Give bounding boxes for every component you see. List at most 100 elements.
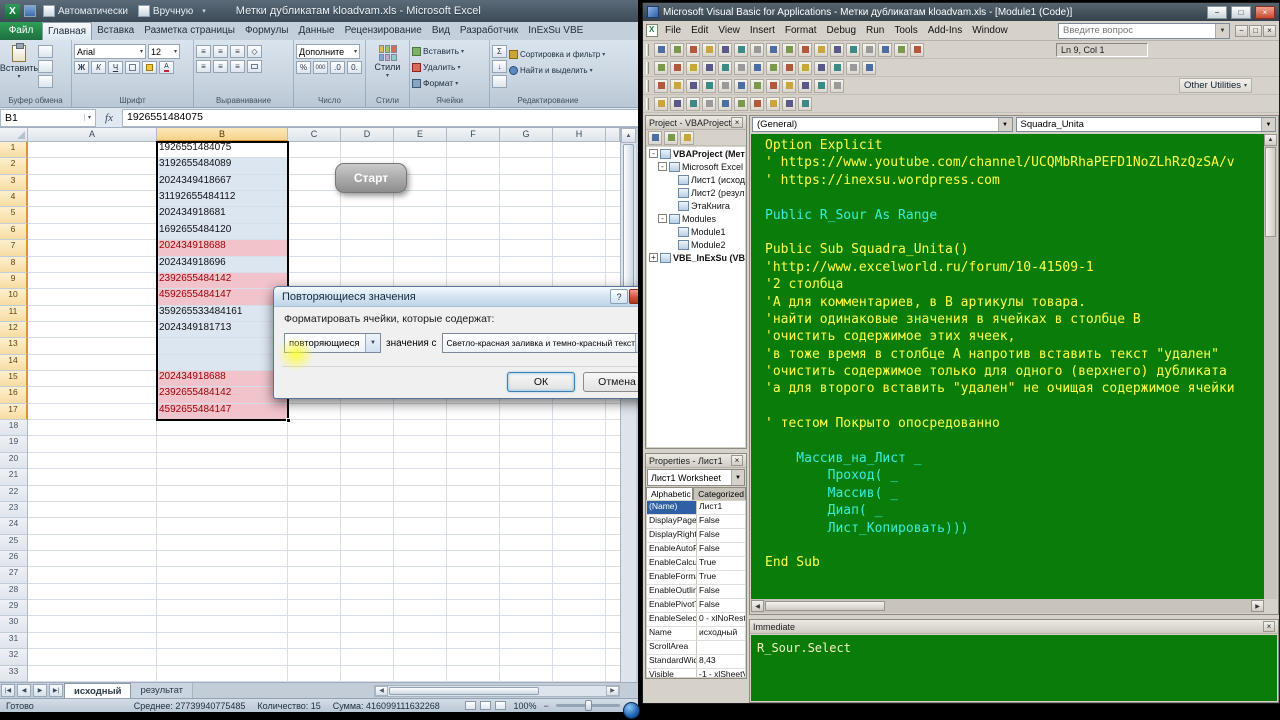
column-header-G[interactable]: G — [500, 128, 553, 142]
code-vertical-scrollbar[interactable]: ▲ — [1264, 134, 1277, 599]
cell[interactable] — [447, 240, 500, 257]
cell-A19[interactable] — [28, 436, 157, 453]
property-row[interactable]: DisplayRightToLeftFalse — [647, 529, 745, 543]
cell[interactable] — [394, 485, 447, 502]
cell-B3[interactable]: 2024349418667 — [157, 174, 288, 192]
cell[interactable] — [288, 616, 341, 633]
cell[interactable] — [500, 583, 553, 601]
row-header-3[interactable]: 3 — [0, 174, 28, 192]
row-header-1[interactable]: 1 — [0, 142, 28, 159]
cell[interactable] — [288, 665, 341, 682]
cell[interactable] — [394, 550, 447, 568]
cell[interactable] — [447, 191, 500, 208]
cell[interactable] — [288, 518, 341, 535]
toolbar-icon[interactable] — [782, 78, 796, 93]
cell[interactable] — [553, 632, 606, 650]
property-row[interactable]: (Name) Лист1 — [647, 501, 745, 515]
row-header-22[interactable]: 22 — [0, 485, 28, 502]
cell-B5[interactable]: 202434918681 — [157, 207, 288, 224]
row-header-31[interactable]: 31 — [0, 632, 28, 650]
toolbar-icon[interactable] — [814, 42, 828, 57]
cell[interactable] — [500, 567, 553, 584]
cell-B12[interactable]: 2024349181713 — [157, 321, 288, 339]
cell[interactable] — [394, 403, 447, 421]
cell[interactable] — [553, 550, 606, 568]
expander-icon[interactable]: - — [649, 149, 658, 158]
child-minimize-button[interactable]: − — [1235, 24, 1248, 37]
cell-B13[interactable] — [157, 338, 288, 355]
decrease-decimal-button[interactable]: 0. — [347, 61, 362, 74]
row-header-10[interactable]: 10 — [0, 289, 28, 306]
cell-A11[interactable] — [28, 305, 157, 322]
cell[interactable] — [341, 518, 394, 535]
column-header-partial[interactable] — [606, 128, 620, 142]
cell-A2[interactable] — [28, 158, 157, 175]
windows-start-orb[interactable] — [623, 702, 640, 719]
toolbar-icon[interactable] — [798, 60, 812, 75]
property-row[interactable]: ScrollArea — [647, 641, 745, 655]
cell[interactable] — [606, 404, 620, 421]
cell[interactable] — [288, 403, 341, 421]
fill-color-button[interactable] — [142, 61, 157, 74]
align-middle-button[interactable]: ≡ — [213, 45, 228, 58]
cell[interactable] — [500, 485, 553, 502]
cell-B16[interactable]: 2392655484142 — [157, 387, 288, 404]
cell-A33[interactable] — [28, 665, 157, 682]
menu-window[interactable]: Window — [967, 23, 1013, 38]
project-tree-item[interactable]: - Modules — [647, 212, 745, 225]
toolbar-icon[interactable] — [654, 96, 668, 111]
toolbar-icon[interactable] — [782, 96, 796, 111]
toolbar-icon[interactable] — [702, 78, 716, 93]
toolbar-icon[interactable] — [702, 96, 716, 111]
project-tree-item[interactable]: Module2 — [647, 238, 745, 251]
cell[interactable] — [500, 223, 553, 241]
cell[interactable] — [606, 158, 620, 175]
insert-cells-button[interactable]: Вставить ▾ — [412, 44, 487, 58]
cell[interactable] — [553, 469, 606, 486]
toolbar-icon[interactable] — [702, 42, 716, 57]
property-value[interactable]: False — [697, 599, 745, 612]
property-row[interactable]: Name исходный — [647, 627, 745, 641]
toolbar-icon[interactable] — [734, 96, 748, 111]
property-value[interactable]: 8,43 — [697, 655, 745, 668]
cell[interactable] — [288, 534, 341, 551]
cell[interactable] — [606, 240, 620, 257]
toolbar-icon[interactable] — [654, 60, 668, 75]
cell-B22[interactable] — [157, 485, 288, 502]
row-header-26[interactable]: 26 — [0, 550, 28, 568]
cell[interactable] — [341, 223, 394, 241]
cell[interactable] — [394, 240, 447, 257]
styles-button[interactable]: Стили ▾ — [369, 42, 407, 96]
cell[interactable] — [447, 420, 500, 437]
cell[interactable] — [553, 649, 606, 666]
vertical-scrollbar[interactable]: ▲ — [620, 128, 636, 682]
cell[interactable] — [500, 420, 553, 437]
row-header-20[interactable]: 20 — [0, 452, 28, 470]
other-utilities-button[interactable]: Other Utilities ▾ — [1178, 78, 1252, 93]
toolbar-icon[interactable] — [846, 60, 860, 75]
cell[interactable] — [341, 469, 394, 486]
cell-B28[interactable] — [157, 583, 288, 601]
cell[interactable] — [394, 256, 447, 273]
cell-B11[interactable]: 359265533484161 — [157, 305, 288, 322]
cell[interactable] — [341, 452, 394, 470]
cell[interactable] — [394, 436, 447, 453]
toolbar-icon[interactable] — [830, 78, 844, 93]
cell[interactable] — [553, 518, 606, 535]
cell[interactable] — [394, 649, 447, 666]
cell-A9[interactable] — [28, 272, 157, 290]
format-select[interactable]: Светло-красная заливка и темно-красный т… — [441, 333, 638, 353]
cell-A7[interactable] — [28, 240, 157, 257]
row-header-18[interactable]: 18 — [0, 420, 28, 437]
formula-input[interactable]: 1926551484075 — [122, 108, 638, 127]
cell[interactable] — [288, 256, 341, 273]
cell-B23[interactable] — [157, 501, 288, 519]
ok-button[interactable]: ОК — [507, 372, 575, 392]
cell-A23[interactable] — [28, 501, 157, 519]
view-object-icon[interactable] — [664, 130, 678, 145]
toolbar-icon[interactable] — [670, 42, 684, 57]
toolbar-icon[interactable] — [766, 60, 780, 75]
cell[interactable] — [500, 518, 553, 535]
cell-A21[interactable] — [28, 469, 157, 486]
toolbar-grip[interactable] — [646, 97, 649, 110]
